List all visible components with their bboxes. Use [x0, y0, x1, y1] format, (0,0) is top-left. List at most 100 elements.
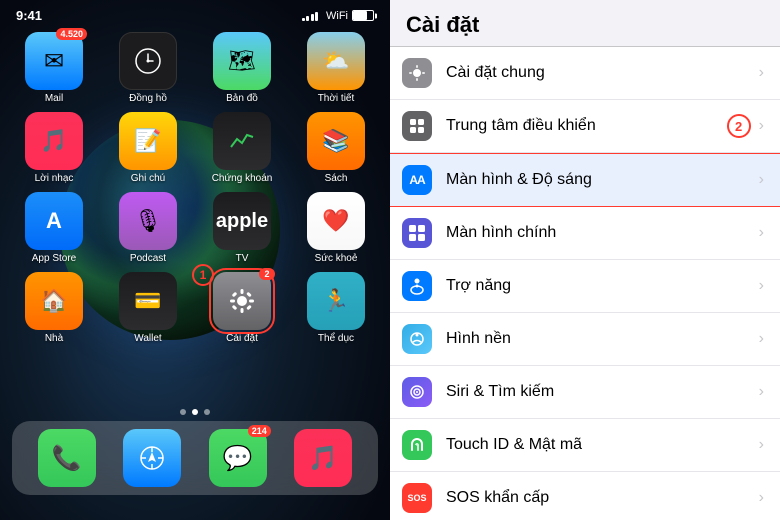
appstore-icon: A: [25, 192, 83, 250]
touchid-chevron: ›: [759, 436, 764, 454]
app-stocks[interactable]: Chứng khoán: [200, 112, 284, 184]
settings-list: Cài đặt chung › Trung tâm điều khiển 2 ›…: [390, 47, 780, 520]
settings-item-display[interactable]: AA Màn hình & Độ sáng ›: [390, 153, 780, 207]
homescreen-icon: [402, 218, 432, 248]
sos-chevron: ›: [759, 489, 764, 507]
music2-icon: 🎵: [294, 429, 352, 487]
fitness-label: Thể dục: [318, 333, 354, 344]
app-wallet[interactable]: 💳 Wallet: [106, 272, 190, 344]
app-grid-row4: 🏠 Nhà 💳 Wallet: [0, 272, 390, 344]
app-grid-row3: A App Store 🎙 Podcast apple TV ❤️ Sức kh…: [0, 192, 390, 264]
weather-label: Thời tiết: [318, 93, 355, 104]
step-2-badge: 2: [727, 114, 751, 138]
app-maps[interactable]: 🗺 Bản đồ: [200, 32, 284, 104]
mail-label: Mail: [45, 93, 63, 104]
app-books[interactable]: 📚 Sách: [294, 112, 378, 184]
app-clock[interactable]: Đồng hồ: [106, 32, 190, 104]
wallpaper-chevron: ›: [759, 330, 764, 348]
app-music[interactable]: 🎵 Lời nhạc: [12, 112, 96, 184]
home-label: Nhà: [45, 333, 63, 344]
touchid-icon: [402, 430, 432, 460]
app-grid-row2: 🎵 Lời nhạc 📝 Ghi chú Chứng khoán 📚 Sách: [0, 112, 390, 184]
control-center-label: Trung tâm điều khiển: [446, 117, 727, 135]
homescreen-label: Màn hình chính: [446, 224, 759, 242]
app-podcast[interactable]: 🎙 Podcast: [106, 192, 190, 264]
app-weather[interactable]: ⛅ Thời tiết: [294, 32, 378, 104]
settings-item-siri[interactable]: Siri & Tìm kiếm ›: [390, 366, 780, 419]
mail-icon: ✉ 4.520: [25, 32, 83, 90]
clock-label: Đồng hồ: [129, 93, 167, 104]
display-chevron: ›: [759, 171, 764, 189]
display-icon: AA: [402, 165, 432, 195]
maps-label: Bản đồ: [226, 93, 258, 104]
settings-item-homescreen[interactable]: Màn hình chính ›: [390, 207, 780, 260]
battery-icon: [352, 10, 374, 21]
settings-badge: 2: [259, 268, 275, 280]
stocks-label: Chứng khoán: [212, 173, 273, 184]
music-label: Lời nhạc: [35, 173, 74, 184]
mail-badge: 4.520: [56, 28, 87, 40]
app-mail[interactable]: ✉ 4.520 Mail: [12, 32, 96, 104]
clock-icon: [119, 32, 177, 90]
dot-3: [204, 409, 210, 415]
notes-icon: 📝: [119, 112, 177, 170]
podcast-icon: 🎙: [119, 192, 177, 250]
status-icons: WiFi: [302, 10, 375, 22]
display-label: Màn hình & Độ sáng: [446, 171, 759, 189]
home-icon: 🏠: [25, 272, 83, 330]
dock-messages[interactable]: 💬 214: [209, 429, 267, 487]
accessibility-icon: [402, 271, 432, 301]
settings-item-accessibility[interactable]: Trợ năng ›: [390, 260, 780, 313]
wallpaper-icon: [402, 324, 432, 354]
books-label: Sách: [325, 173, 348, 184]
maps-icon: 🗺: [213, 32, 271, 90]
siri-icon: [402, 377, 432, 407]
wifi-icon: WiFi: [326, 10, 348, 22]
app-settings[interactable]: 2 Cài đặt 1: [200, 272, 284, 344]
status-bar: 9:41 WiFi: [0, 8, 390, 23]
appstore-label: App Store: [32, 253, 76, 264]
tv-icon: apple: [213, 192, 271, 250]
sos-label: SOS khẩn cấp: [446, 489, 759, 507]
fitness-icon: 🏃: [307, 272, 365, 330]
app-notes[interactable]: 📝 Ghi chú: [106, 112, 190, 184]
dock-music[interactable]: 🎵: [294, 429, 352, 487]
signal-icon: [302, 11, 319, 21]
homescreen-chevron: ›: [759, 224, 764, 242]
notes-label: Ghi chú: [131, 173, 165, 184]
wallpaper-label: Hình nền: [446, 330, 759, 348]
settings-item-control-center[interactable]: Trung tâm điều khiển 2 ›: [390, 100, 780, 153]
dot-1: [180, 409, 186, 415]
app-fitness[interactable]: 🏃 Thể dục: [294, 272, 378, 344]
status-time: 9:41: [16, 8, 42, 23]
settings-item-general[interactable]: Cài đặt chung ›: [390, 47, 780, 100]
page-dots: [180, 409, 210, 415]
phone-icon: 📞: [38, 429, 96, 487]
control-center-chevron: ›: [759, 117, 764, 135]
siri-chevron: ›: [759, 383, 764, 401]
safari-icon: [123, 429, 181, 487]
app-appstore[interactable]: A App Store: [12, 192, 96, 264]
messages-icon: 💬 214: [209, 429, 267, 487]
settings-panel: Cài đặt Cài đặt chung ›: [390, 0, 780, 520]
step-1-badge: 1: [192, 264, 214, 286]
settings-label: Cài đặt: [226, 333, 258, 344]
accessibility-chevron: ›: [759, 277, 764, 295]
podcast-label: Podcast: [130, 253, 166, 264]
app-tv[interactable]: apple TV: [200, 192, 284, 264]
app-home[interactable]: 🏠 Nhà: [12, 272, 96, 344]
tv-label: TV: [236, 253, 249, 264]
accessibility-label: Trợ năng: [446, 277, 759, 295]
touchid-label: Touch ID & Mật mã: [446, 436, 759, 454]
health-icon: ❤️: [307, 192, 365, 250]
music-icon: 🎵: [25, 112, 83, 170]
settings-item-sos[interactable]: SOS SOS khẩn cấp ›: [390, 472, 780, 520]
app-grid: ✉ 4.520 Mail Đồng hồ 🗺 Bản đồ: [0, 32, 390, 104]
dock-safari[interactable]: [123, 429, 181, 487]
app-health[interactable]: ❤️ Sức khoẻ: [294, 192, 378, 264]
health-label: Sức khoẻ: [315, 253, 358, 264]
dock-phone[interactable]: 📞: [38, 429, 96, 487]
settings-item-touchid[interactable]: Touch ID & Mật mã ›: [390, 419, 780, 472]
settings-item-wallpaper[interactable]: Hình nền ›: [390, 313, 780, 366]
control-center-icon: [402, 111, 432, 141]
